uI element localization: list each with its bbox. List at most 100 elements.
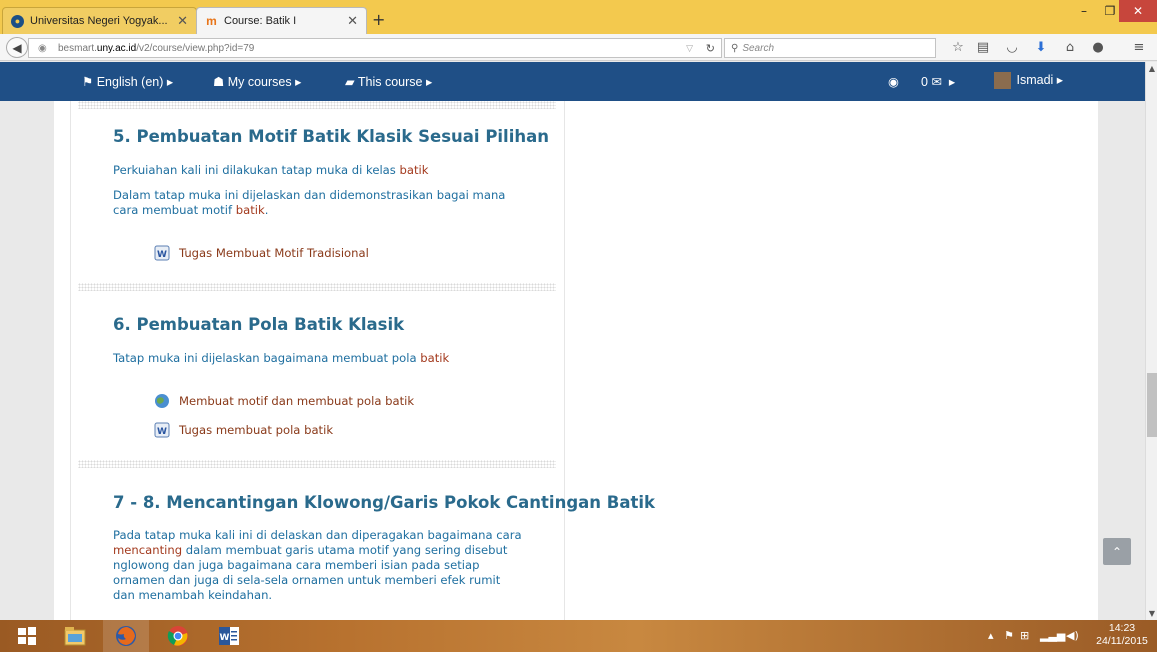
url-globe-icon bbox=[153, 392, 171, 410]
action-center-flag-icon[interactable]: ⚑ bbox=[1004, 629, 1014, 642]
close-tab-icon[interactable]: ✕ bbox=[347, 13, 358, 29]
back-arrow-icon[interactable]: ◀ bbox=[6, 37, 28, 58]
reload-icon[interactable]: ↻ bbox=[706, 42, 715, 55]
word-icon: W bbox=[219, 627, 239, 645]
notification-icon[interactable]: ◉ bbox=[888, 74, 899, 89]
word-taskbar-button[interactable]: W bbox=[206, 620, 252, 652]
scroll-down-arrow-icon[interactable]: ▼ bbox=[1146, 609, 1157, 618]
envelope-icon: ✉ bbox=[931, 75, 942, 89]
svg-text:W: W bbox=[220, 633, 230, 643]
section-7-8-line2: mencanting dalam membuat garis utama mot… bbox=[113, 543, 508, 557]
this-course-menu[interactable]: ▰ This course ▸ bbox=[345, 74, 432, 89]
messages-menu[interactable]: 0 ✉ ▸ bbox=[921, 74, 955, 89]
download-icon[interactable]: ⬇ bbox=[1033, 40, 1049, 55]
activity-label: Tugas Membuat Motif Tradisional bbox=[179, 246, 369, 260]
search-placeholder: Search bbox=[742, 42, 775, 54]
start-button[interactable] bbox=[4, 620, 50, 652]
course-page: 5. Pembuatan Motif Batik Klasik Sesuai P… bbox=[0, 101, 1145, 620]
system-clock[interactable]: 14:23 24/11/2015 bbox=[1090, 622, 1154, 648]
browser-tab-bar: ● Universitas Negeri Yogyak... ✕ m Cours… bbox=[0, 0, 1157, 34]
activity-tugas-membuat-pola-batik[interactable]: W Tugas membuat pola batik bbox=[153, 421, 333, 439]
windows-logo-icon bbox=[18, 627, 36, 645]
messages-count: 0 bbox=[921, 75, 928, 89]
signal-bars-icon[interactable]: ▂▃▅ bbox=[1040, 629, 1065, 642]
show-hidden-icons-icon[interactable]: ▴ bbox=[988, 629, 994, 642]
section-5-summary-line2: Dalam tatap muka ini dijelaskan dan dide… bbox=[113, 188, 506, 202]
clock-time: 14:23 bbox=[1108, 622, 1136, 634]
minimize-window-button[interactable]: – bbox=[1071, 0, 1097, 22]
my-courses-menu[interactable]: ☗ My courses ▸ bbox=[213, 74, 301, 89]
url-dropdown-icon[interactable]: ▽ bbox=[686, 43, 693, 54]
section-7-8-line1: Pada tatap muka kali ini di delaskan dan… bbox=[113, 528, 522, 542]
uny-favicon-icon: ● bbox=[11, 14, 24, 28]
caret-right-icon: ▸ bbox=[295, 75, 302, 89]
url-bar[interactable]: ◉ besmart. uny.ac.id/v2/course/view.php?i… bbox=[28, 38, 722, 58]
section-7-8-line3: nglowong dan juga bagaimana cara memberi… bbox=[113, 558, 480, 572]
section-5-title: 5. Pembuatan Motif Batik Klasik Sesuai P… bbox=[113, 127, 550, 146]
scroll-up-arrow-icon[interactable]: ▲ bbox=[1146, 64, 1157, 73]
tab-title: Course: Batik I bbox=[224, 15, 297, 27]
section-7-8-line4: ornamen dan juga di sela-sela ornamen un… bbox=[113, 573, 501, 587]
section-7-8-line5: dan menambah keindahan. bbox=[113, 588, 273, 602]
activity-label: Tugas membuat pola batik bbox=[179, 423, 334, 437]
chat-icon[interactable]: ● bbox=[1090, 40, 1106, 55]
bookmark-star-icon[interactable]: ☆ bbox=[950, 40, 966, 55]
language-menu[interactable]: ⚑ English (en) ▸ bbox=[82, 74, 173, 89]
url-prefix: besmart. bbox=[58, 42, 97, 54]
caret-right-icon: ▸ bbox=[1056, 73, 1064, 87]
mencanting-link[interactable]: mencanting bbox=[113, 543, 182, 557]
section-5-summary-line3: cara membuat motif batik. bbox=[113, 203, 269, 217]
column-divider bbox=[564, 101, 565, 620]
this-course-label: This course bbox=[357, 75, 423, 89]
caret-right-icon: ▸ bbox=[425, 75, 433, 89]
tab-course-batik[interactable]: m Course: Batik I ✕ bbox=[196, 7, 367, 34]
bookmarks-list-icon[interactable]: ▤ bbox=[975, 40, 991, 55]
scroll-thumb[interactable] bbox=[1147, 373, 1157, 437]
pocket-icon[interactable]: ◡ bbox=[1004, 40, 1020, 55]
firefox-taskbar-button[interactable] bbox=[103, 620, 149, 652]
chrome-taskbar-button[interactable] bbox=[155, 620, 201, 652]
firefox-icon bbox=[116, 626, 136, 646]
folder-icon bbox=[64, 627, 86, 646]
scroll-to-top-button[interactable]: ⌃ bbox=[1103, 538, 1131, 565]
language-label: English (en) bbox=[96, 75, 164, 89]
volume-icon[interactable]: ◀) bbox=[1066, 629, 1079, 642]
file-explorer-button[interactable] bbox=[52, 620, 98, 652]
search-input[interactable]: ⚲ Search bbox=[724, 38, 936, 58]
url-path: /v2/course/view.php?id=79 bbox=[136, 42, 255, 54]
flag-icon: ⚑ bbox=[82, 75, 94, 89]
section-separator bbox=[78, 101, 556, 109]
left-gutter bbox=[0, 101, 54, 620]
svg-text:W: W bbox=[157, 427, 167, 437]
user-name: Ismadi bbox=[1016, 73, 1054, 87]
batik-link[interactable]: batik bbox=[236, 203, 265, 217]
section-separator bbox=[78, 283, 556, 291]
avatar bbox=[994, 72, 1011, 90]
close-window-button[interactable]: ✕ bbox=[1119, 0, 1157, 22]
graduation-cap-icon: ☗ bbox=[213, 75, 225, 89]
activity-membuat-motif-dan-pola[interactable]: Membuat motif dan membuat pola batik bbox=[153, 392, 414, 410]
tab-uny[interactable]: ● Universitas Negeri Yogyak... ✕ bbox=[2, 7, 197, 34]
batik-link[interactable]: batik bbox=[400, 163, 429, 177]
svg-text:W: W bbox=[157, 250, 167, 260]
activity-label: Membuat motif dan membuat pola batik bbox=[179, 394, 415, 408]
new-tab-icon[interactable]: + bbox=[372, 10, 385, 29]
section-border bbox=[70, 101, 71, 620]
home-icon[interactable]: ⌂ bbox=[1062, 40, 1078, 55]
caret-right-icon: ▸ bbox=[948, 75, 956, 89]
assignment-icon: W bbox=[153, 421, 171, 439]
menu-hamburger-icon[interactable]: ≡ bbox=[1131, 40, 1147, 55]
close-tab-icon[interactable]: ✕ bbox=[177, 13, 188, 29]
moodle-favicon-icon: m bbox=[206, 14, 217, 28]
caret-right-icon: ▸ bbox=[166, 75, 174, 89]
tab-title: Universitas Negeri Yogyak... bbox=[30, 15, 168, 27]
user-menu[interactable]: Ismadi ▸ bbox=[994, 72, 1064, 90]
batik-link[interactable]: batik bbox=[420, 351, 449, 365]
browser-toolbar: ◀ ◉ besmart. uny.ac.id/v2/course/view.php… bbox=[0, 34, 1157, 61]
network-icon[interactable]: ⊞ bbox=[1020, 629, 1029, 642]
activity-tugas-membuat-motif-tradisional[interactable]: W Tugas Membuat Motif Tradisional bbox=[153, 244, 369, 262]
section-7-8-title: 7 - 8. Mencantingan Klowong/Garis Pokok … bbox=[113, 493, 655, 512]
book-icon: ▰ bbox=[345, 75, 355, 89]
page-scrollbar[interactable]: ▲ ▼ bbox=[1145, 62, 1157, 620]
chevron-up-icon: ⌃ bbox=[1111, 544, 1123, 559]
